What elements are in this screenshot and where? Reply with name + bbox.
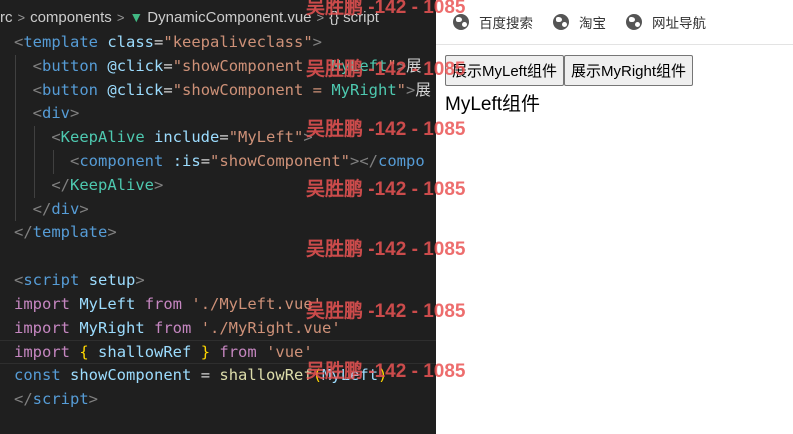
code-line[interactable]: </template> <box>0 221 436 245</box>
page-content: 展示MyLeft组件 展示MyRight组件 MyLeft组件 <box>445 55 694 116</box>
code-line[interactable]: <component :is="showComponent"></compo <box>0 149 436 174</box>
code-line[interactable]: <KeepAlive include="MyLeft"> <box>0 126 436 150</box>
breadcrumb-components[interactable]: components <box>30 9 112 26</box>
code-area[interactable]: <template class="keepaliveclass"> <butto… <box>0 31 436 412</box>
bookmark-label: 淘宝 <box>579 16 606 31</box>
code-line[interactable]: <template class="keepaliveclass"> <box>0 31 436 55</box>
braces-icon: {} <box>329 8 340 26</box>
code-line[interactable]: import MyRight from './MyRight.vue' <box>0 317 436 341</box>
bookmark-label: 百度搜索 <box>479 16 533 31</box>
code-line[interactable]: </KeepAlive> <box>0 173 436 198</box>
code-line[interactable]: </div> <box>0 197 436 222</box>
code-line[interactable] <box>0 245 436 269</box>
code-line[interactable]: <button @click="showComponent = MyRight"… <box>0 78 436 103</box>
chevron-right-icon: > <box>17 9 26 25</box>
bookmark-taobao[interactable]: 淘宝 <box>553 12 606 32</box>
bookmark-baidu[interactable]: 百度搜索 <box>453 12 533 32</box>
bookmarks-bar: 百度搜索 淘宝 网址导航 <box>436 0 793 45</box>
code-line[interactable]: <script setup> <box>0 269 436 293</box>
code-line[interactable]: </script> <box>0 388 436 412</box>
breadcrumb-src[interactable]: rc <box>0 9 13 26</box>
bookmark-nav[interactable]: 网址导航 <box>626 12 706 32</box>
globe-icon <box>453 14 469 30</box>
chevron-right-icon: > <box>116 9 125 25</box>
code-editor[interactable]: rc > components > ▼ DynamicComponent.vue… <box>0 0 436 434</box>
vue-file-icon: ▼ <box>129 9 144 25</box>
show-myleft-button[interactable]: 展示MyLeft组件 <box>445 55 565 86</box>
component-output: MyLeft组件 <box>445 94 541 115</box>
show-myright-button[interactable]: 展示MyRight组件 <box>564 55 694 86</box>
code-line-current[interactable]: import { shallowRef } from 'vue' <box>0 340 436 365</box>
bookmark-label: 网址导航 <box>652 16 706 31</box>
browser-preview: 百度搜索 淘宝 网址导航 展示MyLeft组件 展示MyRight组件 MyLef… <box>436 0 793 434</box>
breadcrumb-file[interactable]: DynamicComponent.vue <box>147 9 311 26</box>
breadcrumb-symbol[interactable]: script <box>343 9 379 26</box>
breadcrumb: rc > components > ▼ DynamicComponent.vue… <box>0 0 436 34</box>
code-line[interactable]: <button @click="showComponent MyLeft">展 <box>0 54 436 79</box>
code-line[interactable]: <div> <box>0 102 436 127</box>
code-line[interactable]: const showComponent = shallowRef(MyLeft) <box>0 364 436 388</box>
chevron-right-icon: > <box>316 9 325 25</box>
globe-icon <box>626 14 642 30</box>
globe-icon <box>553 14 569 30</box>
code-line[interactable]: import MyLeft from './MyLeft.vue' <box>0 293 436 317</box>
